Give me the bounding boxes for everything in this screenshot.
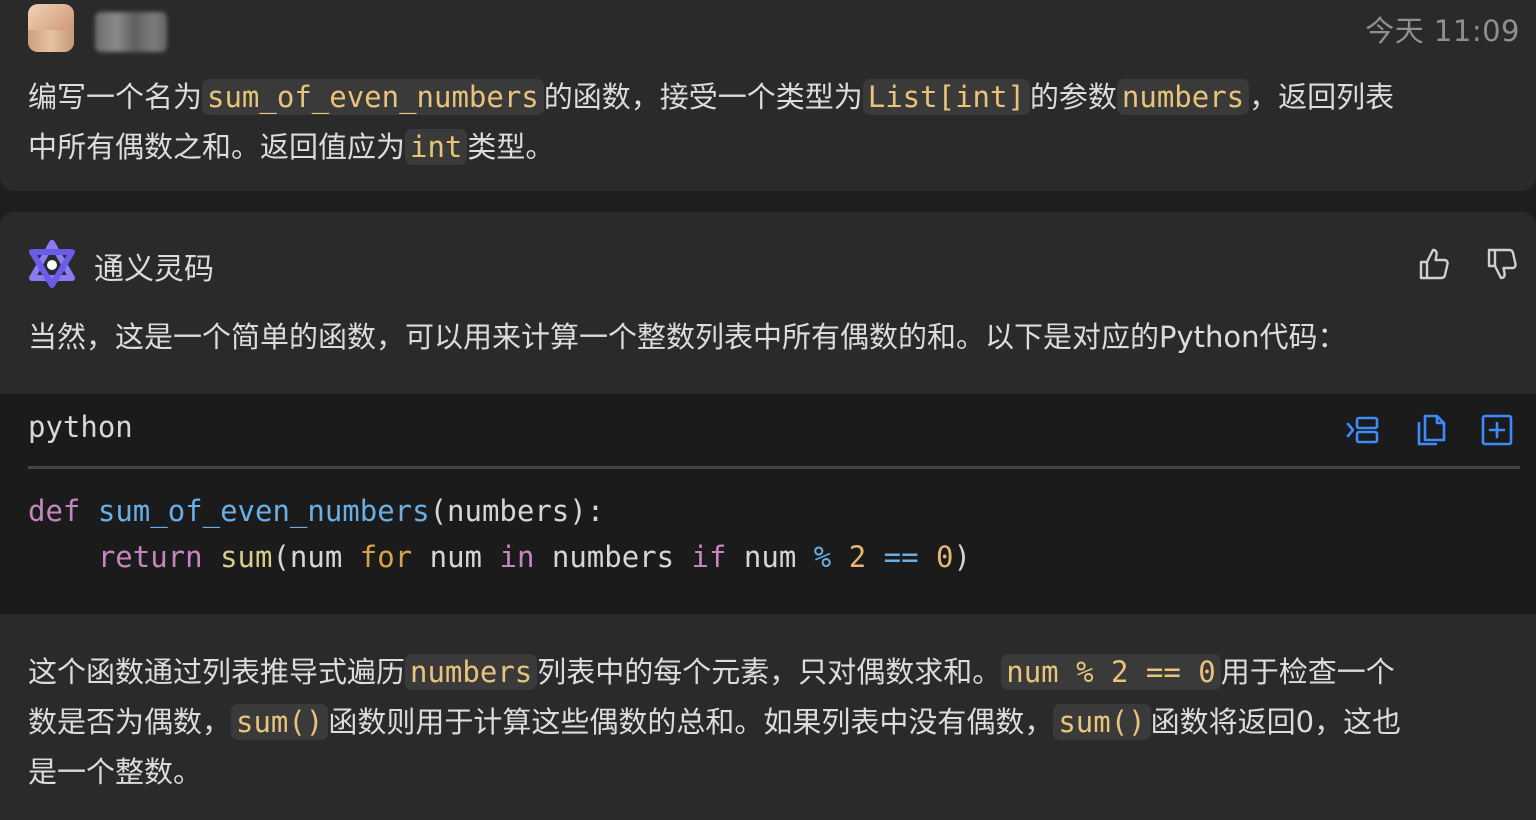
user-avatar — [28, 4, 74, 52]
ai-assistant-name: 通义灵码 — [94, 252, 214, 287]
code-language-label: python — [28, 410, 133, 444]
thumbs-up-icon[interactable] — [1416, 246, 1452, 282]
inline-code: int — [405, 129, 468, 165]
code-header-divider — [28, 466, 1520, 469]
ai-intro-text: 当然，这是一个简单的函数，可以用来计算一个整数列表中所有偶数的和。以下是对应的P… — [28, 320, 1347, 354]
code-content[interactable]: def sum_of_even_numbers(numbers): return… — [28, 488, 971, 580]
explanation-line-2: 数是否为偶数， sum() 函数则用于计算这些偶数的总和。如果列表中没有偶数， sum… — [28, 704, 1402, 740]
insert-code-icon[interactable] — [1345, 412, 1381, 448]
inline-code: sum() — [1053, 704, 1151, 740]
inline-code: numbers — [1116, 79, 1250, 115]
ai-explanation-text: 这个函数通过列表推导式遍历 numbers 列表中的每个元素，只对偶数求和。 num … — [28, 647, 1506, 797]
inline-code: List[int] — [862, 79, 1030, 115]
inline-code: num % 2 == 0 — [1001, 654, 1221, 690]
code-line-2: return sum(num for num in numbers if num… — [97, 540, 971, 574]
inline-code: numbers — [405, 654, 538, 690]
user-name-blurred — [95, 12, 167, 52]
explanation-line-1: 这个函数通过列表推导式遍历 numbers 列表中的每个元素，只对偶数求和。 num … — [28, 654, 1395, 690]
code-line-1: def sum_of_even_numbers(numbers): — [28, 494, 605, 528]
tongyi-logo-icon — [29, 240, 75, 288]
copy-icon[interactable] — [1413, 412, 1449, 448]
user-message-text: 编写一个名为 sum_of_even_numbers 的函数，接受一个类型为 List… — [28, 72, 1506, 172]
user-message-line-2: 中所有偶数之和。返回值应为 int 类型。 — [28, 129, 555, 165]
user-message-line-1: 编写一个名为 sum_of_even_numbers 的函数，接受一个类型为 List… — [28, 79, 1395, 115]
thumbs-down-icon[interactable] — [1484, 246, 1520, 282]
message-timestamp: 今天 11:09 — [1365, 14, 1520, 48]
explanation-line-3: 是一个整数。 — [28, 755, 203, 789]
inline-code: sum_of_even_numbers — [202, 79, 544, 115]
new-file-icon[interactable] — [1479, 412, 1515, 448]
inline-code: sum() — [231, 704, 329, 740]
